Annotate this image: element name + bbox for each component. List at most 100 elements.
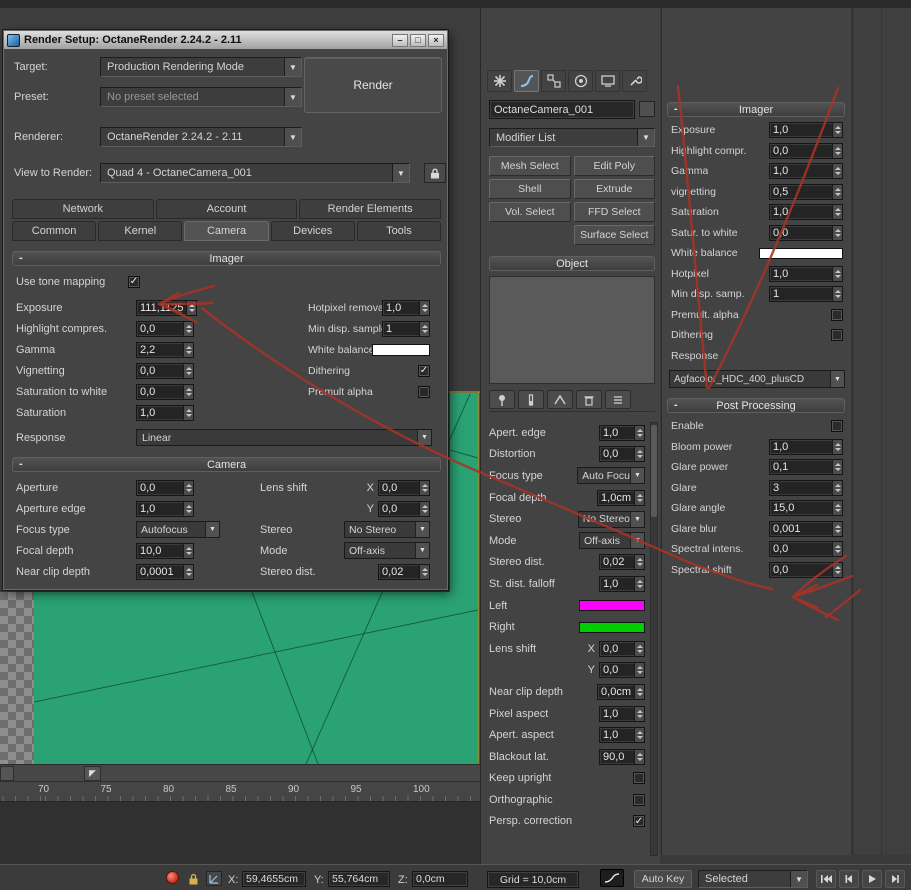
tab-kernel[interactable]: Kernel (98, 221, 183, 241)
auto-key-button[interactable]: Auto Key (634, 870, 692, 888)
param-spinner[interactable]: 90,0 (599, 748, 645, 765)
x-coordinate-field[interactable] (242, 871, 306, 887)
remove-modifier-button[interactable] (576, 390, 602, 409)
spinner-down-icon[interactable] (636, 692, 643, 696)
spinner-up-icon[interactable] (185, 324, 192, 328)
spinner-down-icon[interactable] (834, 151, 841, 155)
spinner-arrows[interactable] (634, 425, 644, 440)
spinner-down-icon[interactable] (834, 295, 841, 299)
spinner-down-icon[interactable] (185, 509, 192, 513)
param-checkbox[interactable] (831, 420, 843, 433)
spinner-down-icon[interactable] (834, 509, 841, 513)
modifier-stack-list[interactable] (489, 276, 655, 384)
spinner-up-icon[interactable] (636, 709, 643, 713)
spinner-arrows[interactable] (832, 205, 842, 220)
spinner-up-icon[interactable] (834, 290, 841, 294)
target-dropdown[interactable]: Production Rendering Mode ▼ (100, 57, 302, 77)
spinner-up-icon[interactable] (834, 146, 841, 150)
spinner-down-icon[interactable] (834, 131, 841, 135)
scrollbar-thumb[interactable] (651, 425, 657, 517)
spinner-down-icon[interactable] (185, 392, 192, 396)
param-spinner[interactable]: 1,0 (769, 122, 843, 139)
next-frame-button[interactable] (885, 870, 905, 888)
param-spinner[interactable]: 0,0 (769, 142, 843, 159)
spinner-up-icon[interactable] (834, 565, 841, 569)
rp-response-dropdown[interactable]: Agfacolor_HDC_400_plusCD ▼ (669, 370, 845, 388)
modifier-button[interactable]: FFD Select (573, 202, 655, 222)
spinner-arrows[interactable] (634, 555, 644, 570)
spinner-up-icon[interactable] (834, 463, 841, 467)
spinner-arrows[interactable] (634, 706, 644, 721)
param-dropdown[interactable]: Autofocus ▼ (136, 521, 220, 538)
param-spinner[interactable]: 0,02 (599, 554, 645, 571)
modifier-list-dropdown[interactable]: Modifier List ▼ (489, 128, 655, 147)
param-dropdown[interactable]: No Stereo ▼ (344, 521, 430, 538)
spinner-down-icon[interactable] (421, 488, 428, 492)
show-end-result-button[interactable] (518, 390, 544, 409)
param-spinner[interactable]: 0,0 (769, 561, 843, 578)
param-spinner[interactable]: 1,0 (599, 575, 645, 592)
spinner-up-icon[interactable] (185, 504, 192, 508)
param-spinner[interactable]: 1,0cm (597, 489, 645, 506)
render-button[interactable]: Render (304, 57, 442, 113)
spinner-down-icon[interactable] (636, 584, 643, 588)
spinner-arrows[interactable] (419, 321, 429, 336)
param-spinner[interactable]: 1 (382, 320, 430, 337)
spinner-arrows[interactable] (634, 663, 644, 678)
selection-filter-dropdown[interactable]: Selected ▼ (698, 870, 808, 888)
param-spinner[interactable]: 1,0 (599, 705, 645, 722)
tab-modify[interactable] (514, 70, 539, 92)
isolate-selection-icon[interactable] (166, 871, 179, 884)
color-swatch[interactable] (579, 600, 645, 612)
param-spinner[interactable]: 1,0 (136, 404, 194, 421)
spinner-arrows[interactable] (634, 641, 644, 656)
mini-curve-icon[interactable] (600, 869, 624, 887)
imager-rollout-header[interactable]: - Imager (12, 251, 441, 266)
param-spinner[interactable]: 0,02 (378, 563, 430, 580)
param-spinner[interactable]: 0,0 (136, 383, 194, 400)
spinner-down-icon[interactable] (636, 563, 643, 567)
spinner-down-icon[interactable] (421, 509, 428, 513)
spinner-up-icon[interactable] (834, 228, 841, 232)
spinner-arrows[interactable] (634, 576, 644, 591)
spinner-down-icon[interactable] (185, 329, 192, 333)
spinner-down-icon[interactable] (834, 274, 841, 278)
spinner-down-icon[interactable] (834, 529, 841, 533)
spinner-up-icon[interactable] (421, 504, 428, 508)
spinner-down-icon[interactable] (636, 455, 643, 459)
spinner-down-icon[interactable] (636, 433, 643, 437)
param-spinner[interactable]: 1,0 (769, 438, 843, 455)
spinner-arrows[interactable] (183, 384, 193, 399)
spinner-up-icon[interactable] (421, 324, 428, 328)
tab-render-elements[interactable]: Render Elements (299, 199, 442, 219)
modifier-button[interactable]: Surface Select (573, 225, 655, 245)
tab-tools[interactable]: Tools (356, 221, 442, 241)
param-checkbox[interactable] (418, 385, 430, 398)
view-lock-button[interactable] (424, 163, 446, 183)
minimize-button[interactable]: – (392, 33, 408, 47)
spinner-down-icon[interactable] (185, 413, 192, 417)
param-checkbox[interactable] (831, 308, 843, 321)
param-spinner[interactable]: 0,0cm (597, 683, 645, 700)
spinner-down-icon[interactable] (834, 550, 841, 554)
spinner-arrows[interactable] (832, 501, 842, 516)
param-spinner[interactable]: 1 (769, 286, 843, 303)
tab-create[interactable] (487, 70, 512, 92)
spinner-up-icon[interactable] (636, 666, 643, 670)
pin-stack-button[interactable] (489, 390, 515, 409)
spinner-down-icon[interactable] (188, 308, 195, 312)
spinner-down-icon[interactable] (834, 192, 841, 196)
preset-dropdown[interactable]: No preset selected ▼ (100, 87, 302, 107)
param-spinner[interactable]: 0,0001 (136, 563, 194, 580)
param-spinner[interactable]: 2,2 (136, 341, 194, 358)
param-spinner[interactable]: 0,0 (769, 224, 843, 241)
spinner-up-icon[interactable] (834, 208, 841, 212)
param-spinner[interactable]: 1,0 (769, 265, 843, 282)
spinner-down-icon[interactable] (421, 329, 428, 333)
param-dropdown[interactable]: Off-axis ▼ (344, 542, 430, 559)
spinner-up-icon[interactable] (636, 428, 643, 432)
spinner-arrows[interactable] (419, 300, 429, 315)
spinner-arrows[interactable] (183, 363, 193, 378)
spinner-arrows[interactable] (183, 543, 193, 558)
previous-frame-button[interactable] (839, 870, 859, 888)
